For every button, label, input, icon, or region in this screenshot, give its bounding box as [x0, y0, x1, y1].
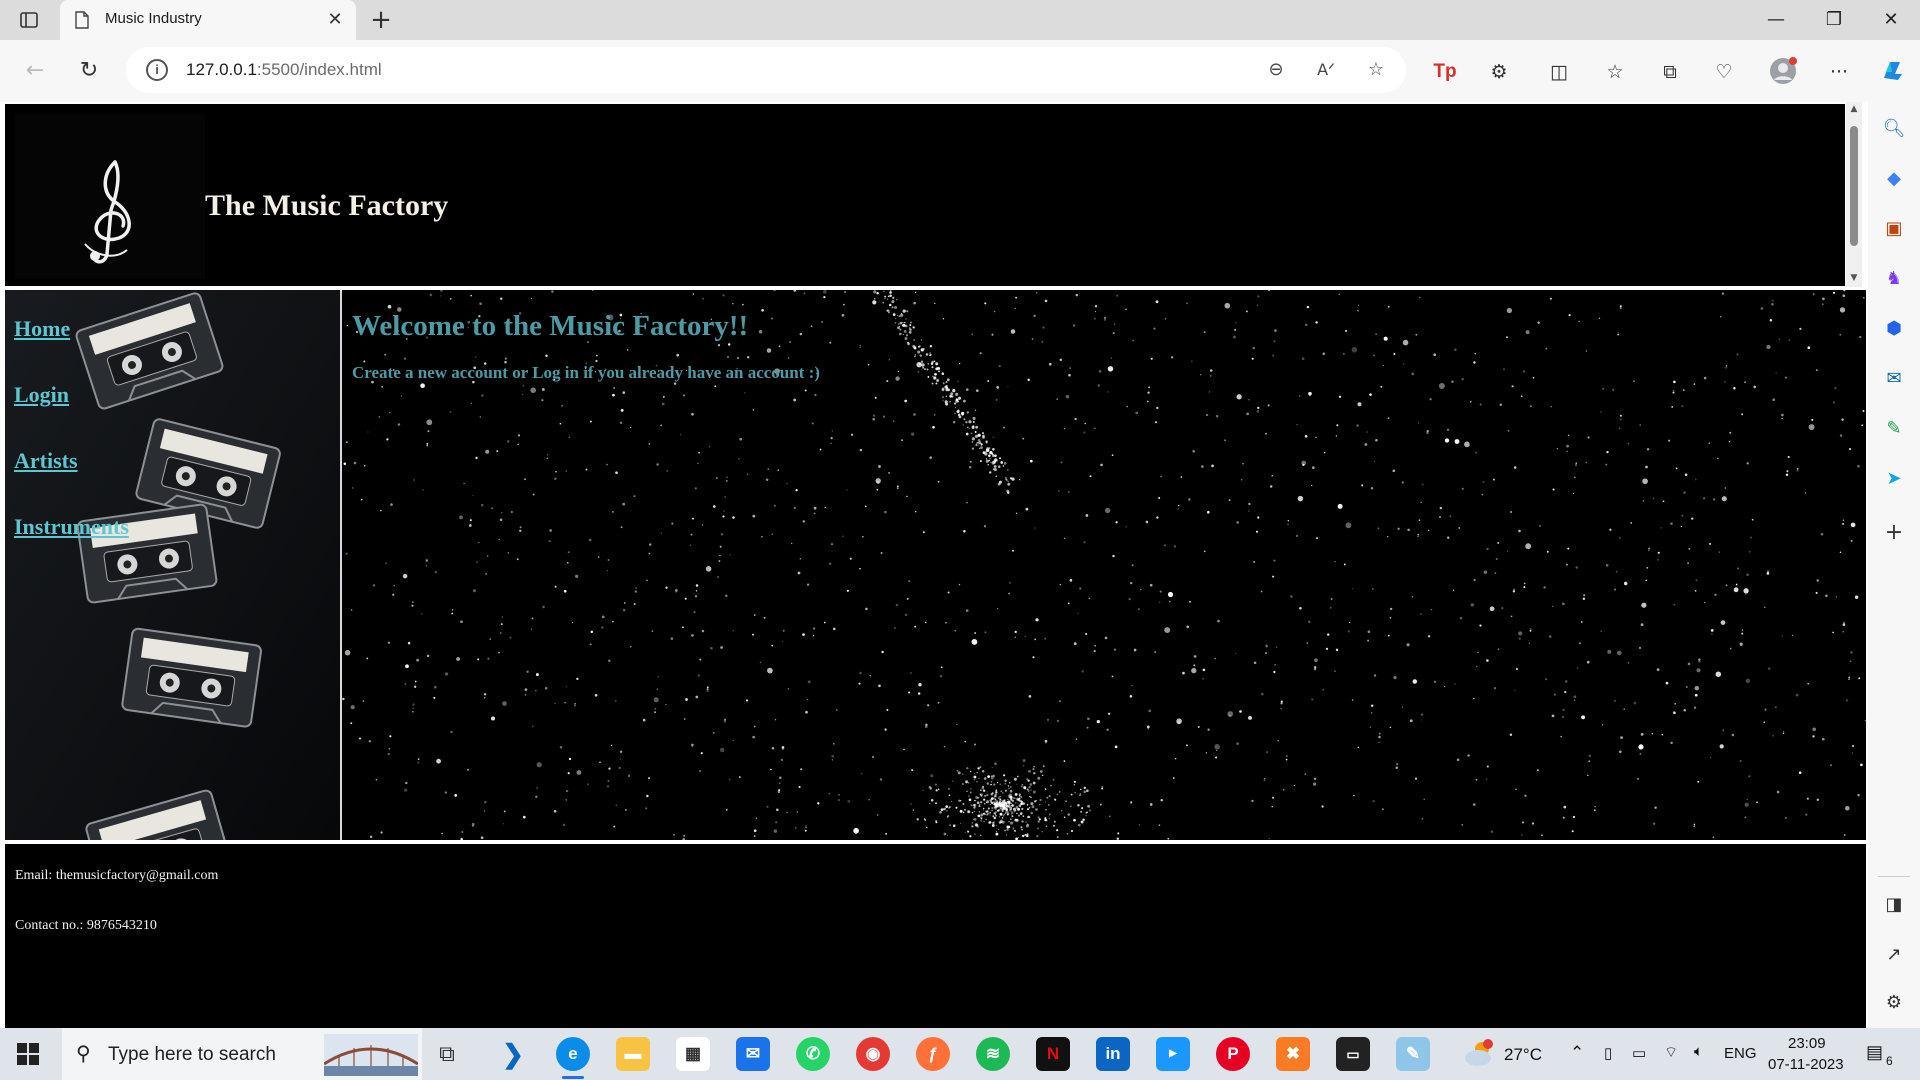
microsoft-365-icon[interactable]: ⬢ [1881, 316, 1907, 342]
welcome-heading: Welcome to the Music Factory!! [352, 310, 749, 342]
edge-active-indicator [562, 1076, 584, 1079]
cassette-tapes-background [5, 290, 340, 840]
extension-tp-icon[interactable]: Tp [1432, 59, 1458, 85]
footer-email: Email: themusicfactory@gmail.com [15, 868, 219, 883]
browser-essentials-icon[interactable]: ♡ [1711, 59, 1737, 85]
paint-icon[interactable]: ✎ [1396, 1037, 1430, 1071]
settings-gear-icon[interactable]: ⚙ [1881, 990, 1907, 1016]
tools-icon[interactable]: ▣ [1881, 216, 1907, 242]
tab-title: Music Industry [105, 10, 202, 27]
close-tab-icon[interactable]: ✕ [324, 9, 346, 31]
network-device-icon[interactable]: ▯ [1604, 1044, 1612, 1062]
linkedin-icon[interactable]: in [1096, 1037, 1130, 1071]
language-indicator[interactable]: ENG [1724, 1045, 1757, 1062]
treble-clef-icon [84, 160, 131, 264]
side-navigation: Home Login Artists Instruments [5, 290, 340, 840]
more-menu-icon[interactable]: ··· [1826, 59, 1852, 85]
collections-icon[interactable]: ⧉ [1657, 59, 1683, 85]
site-title: The Music Factory [205, 189, 449, 222]
page-scrollbar[interactable]: ▲ ▼ [1846, 102, 1862, 287]
volume-icon[interactable]: 🔈︎ [1694, 1043, 1703, 1060]
refresh-icon[interactable]: ↻ [74, 56, 104, 86]
page-viewport: The Music Factory ▲ ▼ Home Login Artists… [0, 102, 1868, 1028]
wifi-icon[interactable]: ⌔ [1664, 1043, 1678, 1062]
scrollbar-thumb[interactable] [1850, 126, 1858, 246]
weather-temperature: 27°C [1504, 1045, 1542, 1064]
edge-sidebar: 🔍︎ ◆ ▣ ♞ ⬢ ✉ ✎ ➤ + ◨ ↗ ⚙ [1868, 102, 1920, 1028]
favorite-star-icon[interactable]: ☆ [1364, 58, 1388, 82]
new-tab-button[interactable]: + [366, 5, 396, 35]
file-explorer-icon[interactable]: ▬ [616, 1037, 650, 1071]
clock-time[interactable]: 23:09 [1788, 1035, 1826, 1052]
search-magnifier-icon: ⚲ [76, 1041, 91, 1065]
whatsapp-icon[interactable]: ✆ [796, 1037, 830, 1071]
extensions-icon[interactable]: ⚙ [1486, 59, 1512, 85]
nav-link-home[interactable]: Home [14, 316, 70, 342]
tab-actions-icon[interactable] [18, 9, 40, 31]
bridge-scene-icon [324, 1034, 418, 1076]
nav-link-login[interactable]: Login [14, 382, 69, 408]
profile-avatar-icon[interactable] [1768, 56, 1798, 86]
vscode-icon[interactable]: ❯ [496, 1037, 530, 1071]
open-external-icon[interactable]: ↗ [1881, 942, 1907, 968]
scroll-up-arrow-icon[interactable]: ▲ [1848, 104, 1860, 116]
clock-date[interactable]: 07-11-2023 [1768, 1056, 1844, 1073]
favorites-icon[interactable]: ☆ [1602, 59, 1628, 85]
address-bar[interactable]: i 127.0.0.1:5500/index.html ⊖ Aᐟ ☆ [126, 47, 1406, 93]
prime-video-icon[interactable]: ▶ [1156, 1037, 1190, 1071]
read-aloud-icon[interactable]: Aᐟ [1314, 58, 1338, 82]
add-sidebar-app-icon[interactable]: + [1881, 520, 1907, 546]
site-header: The Music Factory [5, 104, 1845, 286]
shopping-tag-icon[interactable]: ◆ [1881, 166, 1907, 192]
outlook-icon[interactable]: ✉ [1881, 366, 1907, 392]
nav-link-instruments[interactable]: Instruments [14, 514, 129, 540]
windows-taskbar: ⚲ Type here to search ⧉ ❯ e ▬ ▦ ✉ ✆ ◉ ƒ … [0, 1028, 1920, 1080]
taskbar-search-box[interactable]: ⚲ Type here to search [62, 1028, 422, 1080]
site-info-icon[interactable]: i [146, 59, 168, 81]
zoom-out-icon[interactable]: ⊖ [1264, 58, 1288, 82]
netflix-icon[interactable]: N [1036, 1037, 1070, 1071]
split-screen-icon[interactable]: ◫ [1546, 59, 1572, 85]
scroll-down-arrow-icon[interactable]: ▼ [1848, 273, 1860, 285]
close-window-icon[interactable]: ✕ [1877, 6, 1905, 34]
page-icon [75, 11, 89, 29]
welcome-subtext: Create a new account or Log in if you al… [352, 363, 820, 382]
battery-icon[interactable]: ▭ [1632, 1044, 1646, 1062]
browser-toolbar: ← ↻ i 127.0.0.1:5500/index.html ⊖ Aᐟ ☆ T… [0, 40, 1920, 102]
spotify-icon[interactable]: ≋ [976, 1037, 1010, 1071]
active-tab[interactable]: Music Industry ✕ [60, 0, 356, 40]
copilot-icon[interactable] [1878, 56, 1908, 86]
search-placeholder: Type here to search [108, 1044, 276, 1065]
url-text: 127.0.0.1:5500/index.html [186, 60, 382, 79]
nav-link-artists[interactable]: Artists [14, 448, 78, 474]
sidebar-separator [1878, 876, 1910, 877]
tab-strip: Music Industry ✕ + — ❐ ✕ [0, 0, 1920, 40]
task-view-icon[interactable]: ⧉ [430, 1037, 464, 1071]
chrome-icon[interactable]: ◉ [856, 1037, 890, 1071]
firefox-icon[interactable]: ƒ [916, 1037, 950, 1071]
windows-start-icon[interactable] [16, 1042, 40, 1066]
games-icon[interactable]: ♞ [1881, 266, 1907, 292]
main-content: Welcome to the Music Factory!! Create a … [342, 290, 1866, 840]
footer-contact: Contact no.: 9876543210 [15, 918, 157, 933]
notifications-icon[interactable]: ▤ [1866, 1042, 1883, 1063]
mail-icon[interactable]: ✉ [736, 1037, 770, 1071]
weather-cloud-icon[interactable] [1462, 1038, 1496, 1070]
terminal-icon[interactable]: ▭ [1336, 1037, 1370, 1071]
send-icon[interactable]: ➤ [1881, 466, 1907, 492]
designer-icon[interactable]: ✎ [1881, 416, 1907, 442]
pinterest-icon[interactable]: P [1216, 1037, 1250, 1071]
hide-sidebar-icon[interactable]: ◨ [1881, 892, 1907, 918]
edge-browser-icon[interactable]: e [556, 1037, 590, 1071]
site-footer: Email: themusicfactory@gmail.com Contact… [5, 844, 1866, 1028]
show-hidden-icons-icon[interactable]: ⌃ [1570, 1043, 1584, 1063]
search-icon[interactable]: 🔍︎ [1881, 116, 1907, 142]
xampp-icon[interactable]: ✖ [1276, 1037, 1310, 1071]
minimize-icon[interactable]: — [1762, 6, 1790, 34]
notification-count: 6 [1886, 1054, 1893, 1068]
microsoft-store-icon[interactable]: ▦ [676, 1037, 710, 1071]
restore-icon[interactable]: ❐ [1820, 6, 1848, 34]
treble-clef-logo [15, 114, 205, 279]
back-icon[interactable]: ← [20, 56, 50, 86]
